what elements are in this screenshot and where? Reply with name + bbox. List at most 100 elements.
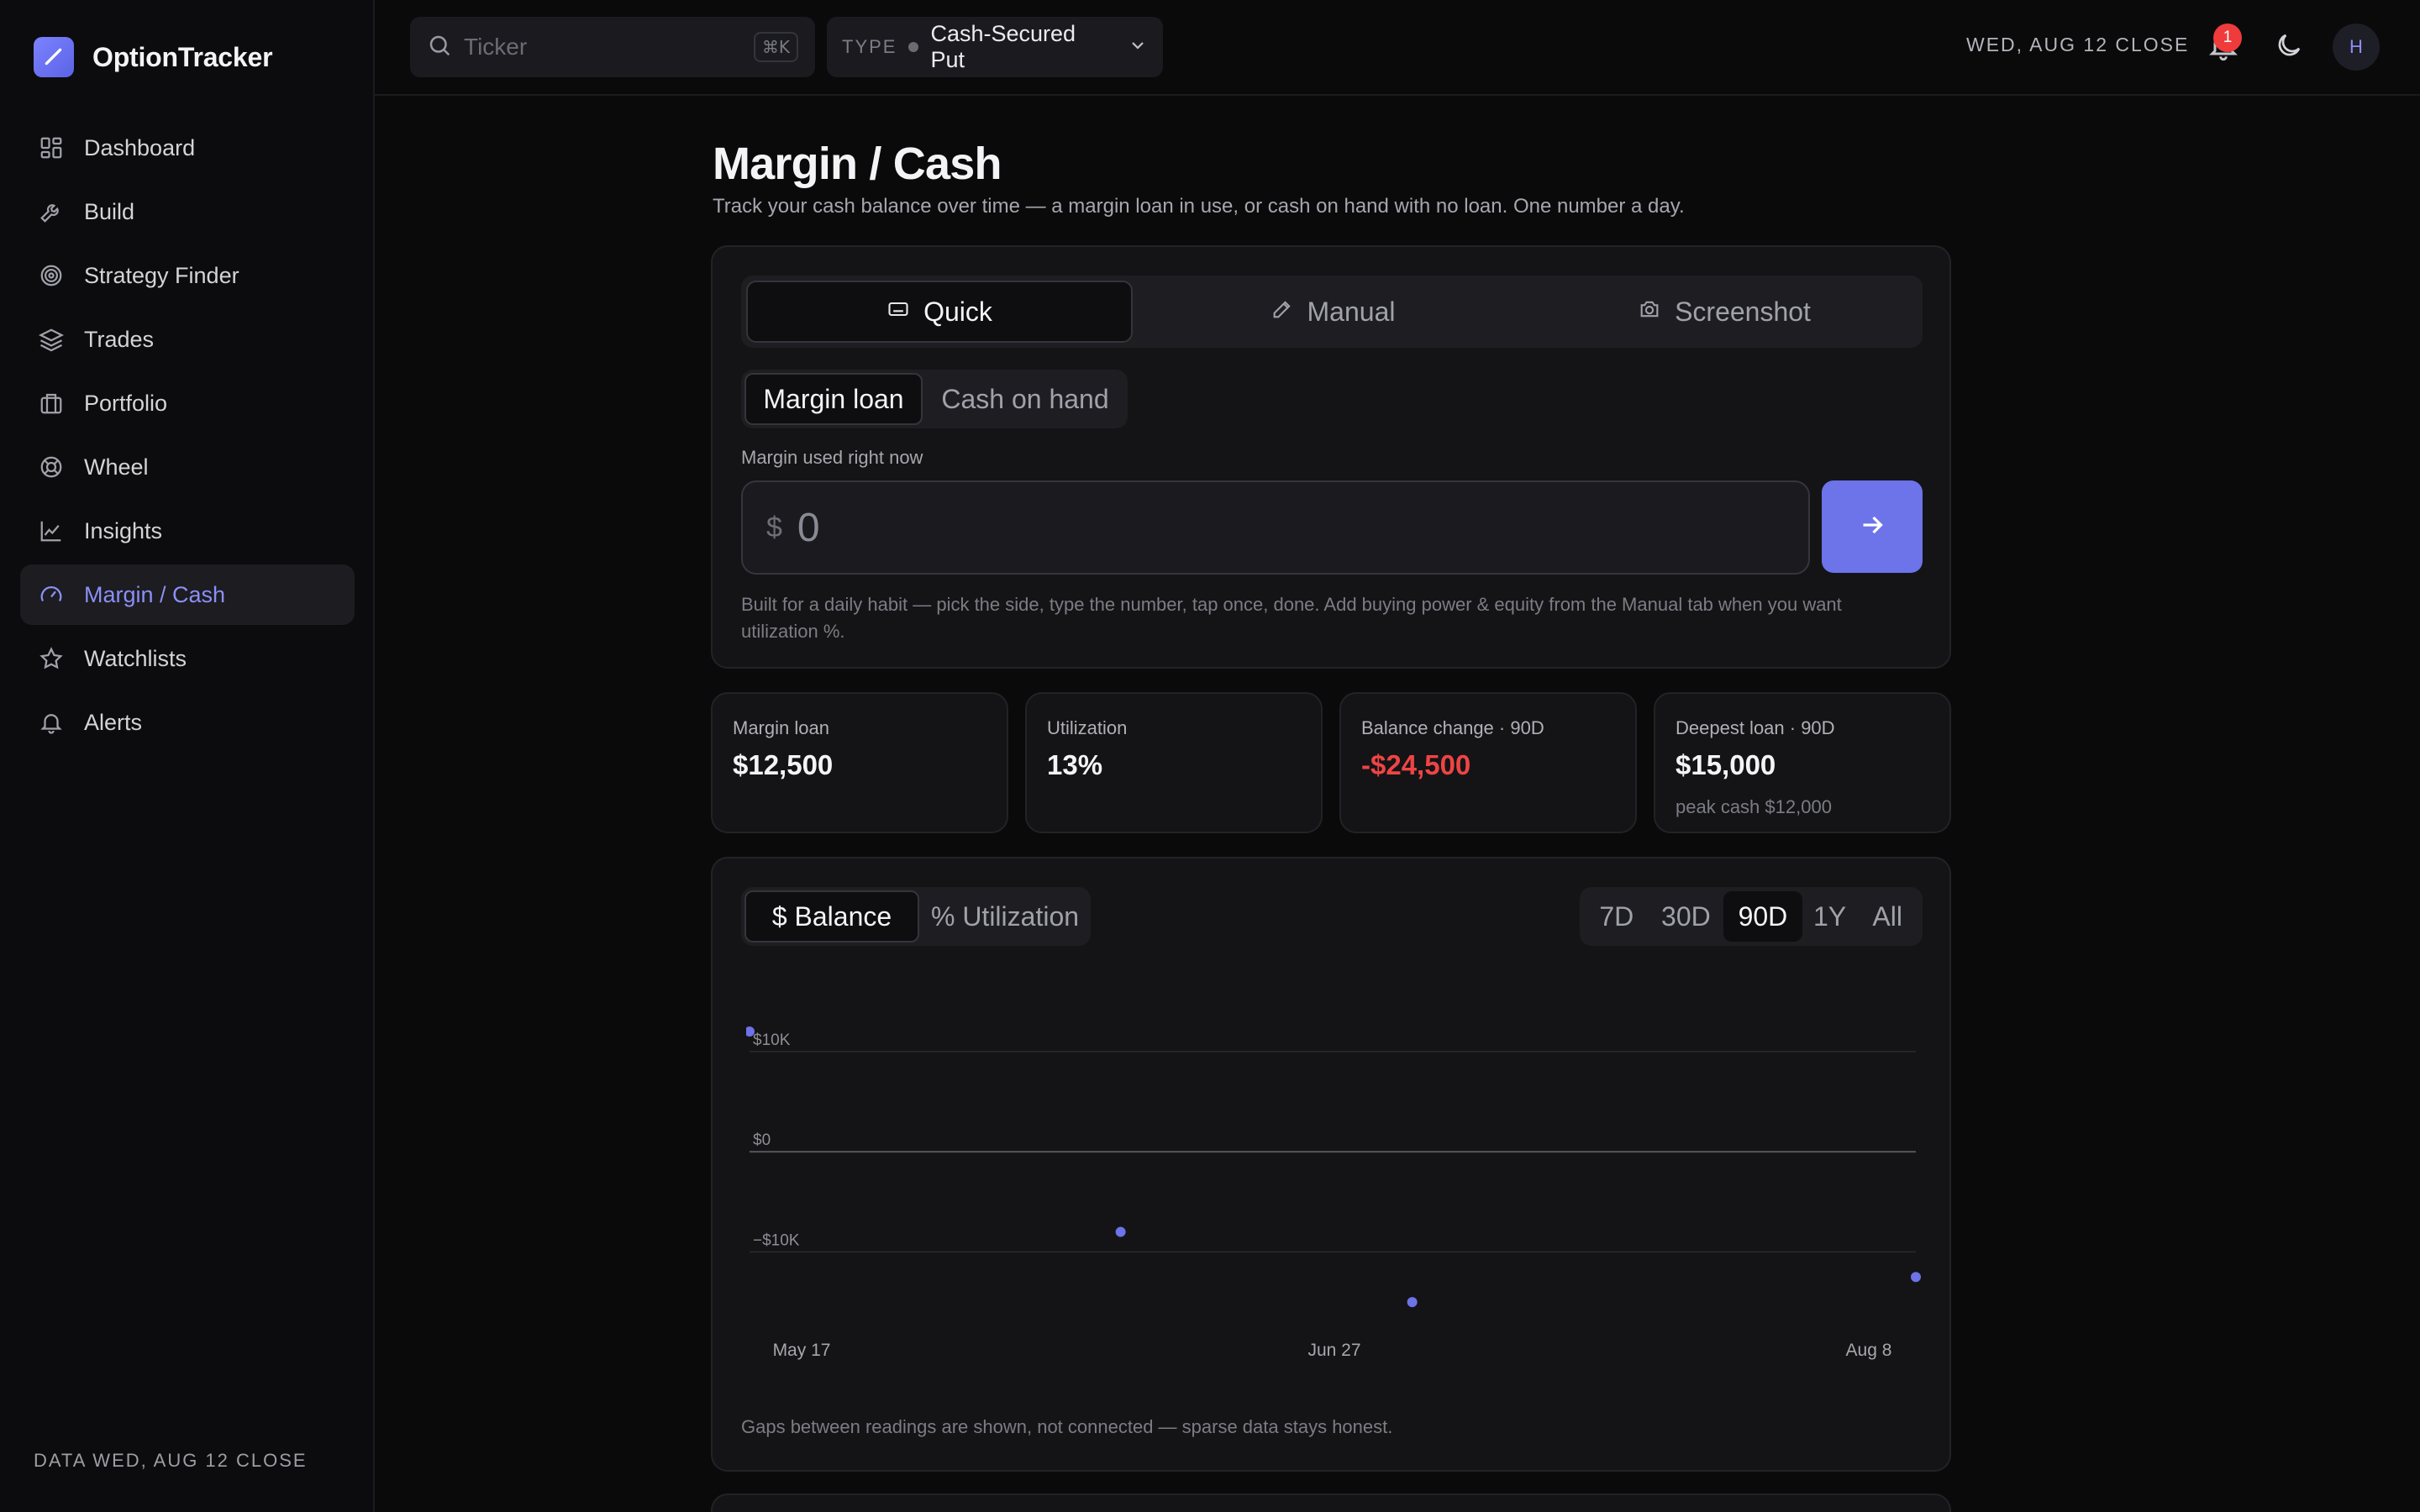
line-chart-icon xyxy=(37,517,66,545)
stat-sub: peak cash $12,000 xyxy=(1676,796,1832,817)
stat-value: $15,000 xyxy=(1676,749,1776,780)
y-tick-label: $10K xyxy=(753,1032,791,1049)
ticker-search[interactable]: Ticker ⌘K xyxy=(410,17,815,77)
sidebar-item-strategy-finder[interactable]: Strategy Finder xyxy=(20,245,355,306)
balance-chart-card: $ Balance % Utilization 7D 30D 90D 1Y Al… xyxy=(711,857,1951,1472)
bell-icon xyxy=(37,708,66,737)
data-status: DATA WED, AUG 12 CLOSE xyxy=(34,1450,308,1471)
range-7d[interactable]: 7D xyxy=(1585,891,1649,942)
tab-manual[interactable]: Manual xyxy=(1139,281,1526,343)
page-subtitle: Track your cash balance over time — a ma… xyxy=(713,195,1685,218)
chart-mode-toggle: $ Balance % Utilization xyxy=(741,887,1091,946)
sidebar-item-label: Build xyxy=(84,198,135,224)
amount-field[interactable]: $ 0 xyxy=(741,480,1810,575)
mode-balance[interactable]: $ Balance xyxy=(744,890,919,942)
sidebar-item-label: Insights xyxy=(84,517,163,543)
x-tick-label: May 17 xyxy=(773,1341,831,1360)
x-tick-label: Aug 8 xyxy=(1846,1341,1892,1360)
sidebar-item-label: Trades xyxy=(84,326,155,352)
search-shortcut: ⌘K xyxy=(753,32,798,62)
sidebar-nav: Dashboard Build Strategy Finder Trades P… xyxy=(20,118,355,756)
amount-input[interactable]: 0 xyxy=(797,505,820,551)
brand[interactable]: OptionTracker xyxy=(34,37,273,77)
lifebuoy-icon xyxy=(37,453,66,481)
sidebar-item-wheel[interactable]: Wheel xyxy=(20,437,355,497)
y-tick-label: −$10K xyxy=(753,1231,800,1249)
data-point xyxy=(1115,1226,1126,1237)
sidebar-item-label: Portfolio xyxy=(84,390,168,416)
amount-label: Margin used right now xyxy=(741,447,923,468)
target-icon xyxy=(37,261,66,290)
submit-button[interactable] xyxy=(1822,480,1923,573)
sidebar-item-trades[interactable]: Trades xyxy=(20,309,355,370)
gauge-icon xyxy=(37,580,66,609)
sidebar-item-insights[interactable]: Insights xyxy=(20,501,355,561)
notification-badge: 1 xyxy=(2213,24,2242,52)
stat-value: -$24,500 xyxy=(1361,749,1471,780)
sidebar-item-label: Margin / Cash xyxy=(84,581,226,607)
layers-icon xyxy=(37,325,66,354)
tab-label: Quick xyxy=(923,296,992,327)
search-input[interactable]: Ticker xyxy=(464,34,754,60)
mode-utilization[interactable]: % Utilization xyxy=(923,890,1087,942)
search-icon xyxy=(427,33,452,62)
range-1y[interactable]: 1Y xyxy=(1802,891,1858,942)
sidebar-item-portfolio[interactable]: Portfolio xyxy=(20,373,355,433)
sidebar-item-label: Alerts xyxy=(84,709,143,735)
tab-screenshot[interactable]: Screenshot xyxy=(1531,281,1918,343)
page-title: Margin / Cash xyxy=(713,139,1002,189)
stat-balance-change: Balance change · 90D -$24,500 xyxy=(1339,692,1637,833)
type-selector[interactable]: TYPE Cash-Secured Put xyxy=(827,17,1163,77)
range-toggle: 7D 30D 90D 1Y All xyxy=(1580,887,1923,946)
data-point xyxy=(1911,1272,1921,1283)
sidebar-item-margin-cash[interactable]: Margin / Cash xyxy=(20,564,355,625)
stat-label: Deepest loan · 90D xyxy=(1676,717,1835,738)
entry-hint: Built for a daily habit — pick the side,… xyxy=(741,594,1842,642)
side-cash-on-hand[interactable]: Cash on hand xyxy=(928,373,1123,425)
chevron-down-icon xyxy=(1128,35,1148,60)
wrench-icon xyxy=(37,197,66,226)
type-dot-icon xyxy=(908,42,919,52)
range-90d[interactable]: 90D xyxy=(1723,891,1802,942)
next-section-card xyxy=(711,1494,1951,1512)
keyboard-icon xyxy=(886,297,910,328)
chart-note: Gaps between readings are shown, not con… xyxy=(741,1416,1393,1437)
tab-label: Manual xyxy=(1307,296,1396,327)
moon-icon[interactable] xyxy=(2274,30,2307,64)
entry-tabs: Quick Manual Screenshot xyxy=(741,276,1923,348)
stat-deepest-loan: Deepest loan · 90D $15,000 peak cash $12… xyxy=(1654,692,1951,833)
close-date: WED, AUG 12 CLOSE xyxy=(1966,34,2190,55)
stat-utilization: Utilization 13% xyxy=(1025,692,1323,833)
entry-card: Quick Manual Screenshot Margin loan Cash… xyxy=(711,245,1951,669)
pencil-icon xyxy=(1270,297,1294,328)
stat-label: Utilization xyxy=(1047,717,1128,738)
sidebar-item-dashboard[interactable]: Dashboard xyxy=(20,118,355,178)
logo-icon xyxy=(34,37,74,77)
y-tick-label: $0 xyxy=(753,1131,771,1149)
stat-label: Balance change · 90D xyxy=(1361,717,1544,738)
camera-icon xyxy=(1638,297,1661,328)
range-30d[interactable]: 30D xyxy=(1649,891,1724,942)
dashboard-grid-icon xyxy=(37,134,66,162)
sidebar-item-build[interactable]: Build xyxy=(20,181,355,242)
data-point xyxy=(1407,1297,1418,1308)
sidebar-item-alerts[interactable]: Alerts xyxy=(20,692,355,753)
side-margin-loan[interactable]: Margin loan xyxy=(744,373,923,425)
stat-label: Margin loan xyxy=(733,717,829,738)
stat-margin-loan: Margin loan $12,500 xyxy=(711,692,1008,833)
x-tick-label: Jun 27 xyxy=(1307,1341,1360,1360)
stat-value: $12,500 xyxy=(733,749,834,780)
side-toggle: Margin loan Cash on hand xyxy=(741,370,1128,428)
currency-symbol: $ xyxy=(766,511,782,543)
sidebar-item-label: Dashboard xyxy=(84,134,196,160)
avatar[interactable]: H xyxy=(2333,24,2380,71)
range-all[interactable]: All xyxy=(1857,891,1918,942)
tab-label: Screenshot xyxy=(1675,296,1811,327)
type-label: TYPE xyxy=(842,36,897,57)
sidebar: OptionTracker Dashboard Build Strategy F… xyxy=(0,0,375,1512)
tab-quick[interactable]: Quick xyxy=(746,281,1133,343)
sidebar-item-watchlists[interactable]: Watchlists xyxy=(20,628,355,689)
topbar: Ticker ⌘K TYPE Cash-Secured Put WED, AUG… xyxy=(375,0,2420,96)
sidebar-item-label: Watchlists xyxy=(84,645,187,671)
briefcase-icon xyxy=(37,389,66,417)
